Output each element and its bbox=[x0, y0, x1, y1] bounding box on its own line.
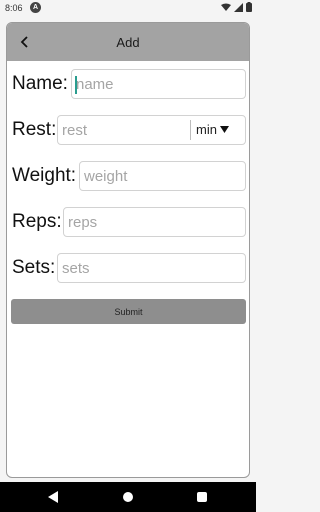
sets-input[interactable] bbox=[62, 259, 245, 277]
text-cursor bbox=[75, 76, 77, 94]
rest-field-container: min bbox=[57, 115, 246, 145]
status-icons bbox=[221, 2, 252, 12]
rest-input[interactable] bbox=[62, 121, 190, 139]
unit-divider bbox=[190, 120, 191, 140]
page-title: Add bbox=[116, 35, 140, 50]
nav-recents-icon[interactable] bbox=[197, 492, 207, 502]
rest-label: Rest: bbox=[12, 119, 57, 140]
rest-unit-value: min bbox=[196, 122, 217, 137]
reps-input[interactable] bbox=[68, 213, 245, 231]
name-field-container bbox=[71, 69, 246, 99]
caret-down-icon bbox=[219, 126, 229, 133]
wifi-icon bbox=[221, 3, 231, 11]
sets-label: Sets: bbox=[12, 257, 56, 278]
app-bar: Add bbox=[7, 23, 249, 61]
weight-field-container bbox=[79, 161, 246, 191]
navigation-bar bbox=[0, 482, 256, 512]
nav-back-icon[interactable] bbox=[48, 491, 58, 503]
reps-label: Reps: bbox=[12, 211, 62, 232]
notification-icon: A bbox=[30, 2, 41, 13]
sets-field-container bbox=[57, 253, 246, 283]
name-input[interactable] bbox=[76, 75, 245, 93]
signal-icon bbox=[234, 2, 243, 12]
name-label: Name: bbox=[12, 73, 68, 94]
rest-unit-select[interactable]: min bbox=[196, 122, 229, 137]
status-bar: 8:06 A bbox=[0, 0, 256, 16]
nav-home-icon[interactable] bbox=[123, 492, 133, 502]
submit-button[interactable]: Submit bbox=[11, 299, 246, 324]
battery-icon bbox=[246, 2, 252, 12]
status-time: 8:06 bbox=[5, 3, 23, 13]
reps-field-container bbox=[63, 207, 246, 237]
weight-label: Weight: bbox=[12, 165, 77, 186]
weight-input[interactable] bbox=[84, 167, 245, 185]
add-form-card: Add Name: Rest: min Weight: Reps: Sets: … bbox=[6, 22, 250, 478]
